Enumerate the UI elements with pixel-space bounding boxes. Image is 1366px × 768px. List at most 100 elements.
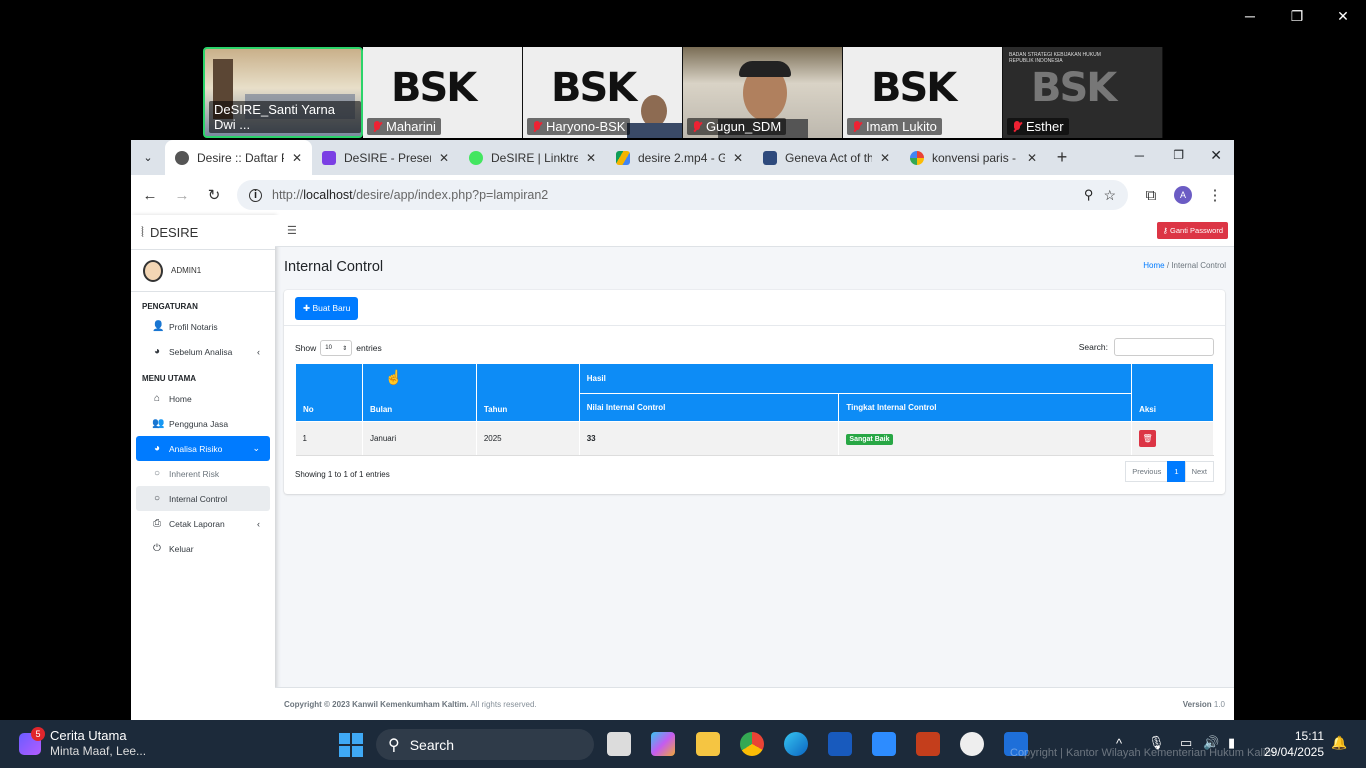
back-icon[interactable]: ← bbox=[141, 187, 159, 204]
participant-tile[interactable]: BSK Haryono-BSK bbox=[523, 47, 683, 138]
breadcrumb: Home / Internal Control bbox=[1143, 261, 1226, 270]
forward-icon[interactable]: → bbox=[173, 187, 191, 204]
col-hasil: Hasil bbox=[578, 364, 1133, 394]
page-1-button[interactable]: 1 bbox=[1167, 461, 1186, 482]
info-icon[interactable]: i bbox=[249, 188, 262, 202]
buat-baru-button[interactable]: ✚ Buat Baru bbox=[295, 297, 359, 320]
sidebar-item-inherent[interactable]: ○ Inherent Risk bbox=[136, 461, 270, 486]
copilot-icon[interactable] bbox=[651, 732, 675, 756]
news-subtitle[interactable]: Minta Maaf, Lee... bbox=[50, 744, 146, 758]
powerpoint-icon[interactable] bbox=[916, 732, 940, 756]
sidebar-item-cetak[interactable]: ⎙ Cetak Laporan ‹ bbox=[136, 511, 270, 536]
page-length-select[interactable]: 10 ⇕ bbox=[320, 340, 353, 356]
sidebar-item-sebelum[interactable]: ◕ Sebelum Analisa ‹ bbox=[136, 339, 270, 364]
col-tingkat[interactable]: Tingkat Internal Control bbox=[838, 393, 1133, 422]
new-tab-icon[interactable]: + bbox=[1047, 147, 1077, 168]
clock-date[interactable]: 29/04/2025 bbox=[1258, 745, 1324, 759]
close-icon[interactable]: ✕ bbox=[1331, 8, 1355, 25]
col-bulan[interactable]: Bulan bbox=[361, 364, 477, 422]
file-explorer-icon[interactable] bbox=[696, 732, 720, 756]
battery-icon[interactable]: ▮ bbox=[1228, 735, 1235, 751]
window-close-icon[interactable]: ✕ bbox=[1210, 147, 1222, 164]
chrome-icon[interactable] bbox=[740, 732, 764, 756]
browser-tab[interactable]: Desire :: Daftar Pen✕ bbox=[165, 140, 312, 175]
participant-tile[interactable]: Gugun_SDM bbox=[683, 47, 843, 138]
news-title[interactable]: Cerita Utama bbox=[50, 728, 127, 743]
obs-icon[interactable] bbox=[960, 732, 984, 756]
search-icon: ⚲ bbox=[388, 736, 400, 754]
sidebar-item-profil[interactable]: 👤 Profil Notaris bbox=[136, 314, 270, 339]
ganti-password-button[interactable]: ⚷ Ganti Password bbox=[1157, 222, 1228, 239]
minimize-icon[interactable]: ─ bbox=[1238, 8, 1262, 24]
browser-window: ⌄ Desire :: Daftar Pen✕ DeSIRE - Present… bbox=[131, 140, 1234, 720]
brand[interactable]: ⦚ DESIRE bbox=[131, 215, 275, 250]
tab-close-icon[interactable]: ✕ bbox=[586, 151, 596, 165]
task-view-icon[interactable] bbox=[607, 732, 631, 756]
sidebar-item-home[interactable]: ⌂ Home bbox=[136, 386, 270, 411]
volume-icon[interactable]: 🔊 bbox=[1203, 735, 1219, 751]
participant-tile[interactable]: BSK Maharini bbox=[363, 47, 523, 138]
avatar bbox=[143, 259, 163, 282]
start-icon[interactable] bbox=[339, 733, 363, 757]
tab-close-icon[interactable]: ✕ bbox=[733, 151, 743, 165]
table-search: Search: bbox=[1079, 338, 1214, 356]
browser-tab[interactable]: Geneva Act of the ✕ bbox=[753, 140, 900, 175]
notification-icon[interactable]: 🔔 bbox=[1331, 735, 1347, 751]
participant-tile[interactable]: BSK Imam Lukito bbox=[843, 47, 1003, 138]
zoom-app-icon[interactable] bbox=[872, 732, 896, 756]
window-minimize-icon[interactable]: ─ bbox=[1135, 148, 1144, 163]
cell-tingkat: Sangat Baik bbox=[838, 421, 1133, 456]
cell-aksi: 🗑 bbox=[1131, 421, 1214, 456]
news-badge: 5 bbox=[31, 727, 45, 741]
tab-search-icon[interactable]: ⌄ bbox=[131, 151, 165, 164]
search-input[interactable] bbox=[1114, 338, 1214, 356]
sidebar-item-internal[interactable]: ○ Internal Control bbox=[136, 486, 270, 511]
bsk-logo: BSK bbox=[551, 65, 637, 111]
edge-icon[interactable] bbox=[784, 732, 808, 756]
mic-icon[interactable]: 🎙 bbox=[1148, 735, 1165, 751]
tab-close-icon[interactable]: ✕ bbox=[292, 151, 302, 165]
drive-icon bbox=[616, 150, 630, 165]
browser-tab[interactable]: DeSIRE | Linktree ✕ bbox=[459, 140, 606, 175]
mouse-cursor-icon: ☝ bbox=[385, 369, 403, 385]
browser-tab[interactable]: konvensi paris - Go✕ bbox=[900, 140, 1047, 175]
user-panel[interactable]: ADMIN1 bbox=[131, 250, 275, 292]
restore-icon[interactable]: ❐ bbox=[1285, 8, 1309, 25]
participant-name: Haryono-BSK bbox=[527, 118, 631, 135]
zoom-icon[interactable]: ⚲ bbox=[1084, 187, 1094, 203]
participant-tile[interactable]: BADAN STRATEGI KEBIJAKAN HUKUM REPUBLIK … bbox=[1003, 47, 1163, 138]
delete-button[interactable]: 🗑 bbox=[1139, 429, 1157, 447]
participant-strip: DeSIRE_Santi Yarna Dwi ... BSK Maharini … bbox=[203, 47, 1163, 138]
participant-tile[interactable]: DeSIRE_Santi Yarna Dwi ... bbox=[203, 47, 363, 138]
reload-icon[interactable]: ↻ bbox=[205, 186, 223, 204]
prev-button[interactable]: Previous bbox=[1125, 461, 1169, 482]
tab-close-icon[interactable]: ✕ bbox=[439, 151, 449, 165]
star-icon[interactable]: ☆ bbox=[1103, 187, 1116, 204]
browser-tab[interactable]: DeSIRE - Presentat✕ bbox=[312, 140, 459, 175]
window-restore-icon[interactable]: ❐ bbox=[1173, 148, 1184, 162]
url-field[interactable]: i http://localhost/desire/app/index.php?… bbox=[237, 180, 1128, 210]
pagination: Previous 1 Next bbox=[1125, 461, 1214, 482]
participant-name: Esther bbox=[1007, 118, 1069, 135]
profile-avatar[interactable]: A bbox=[1174, 186, 1192, 204]
menu-icon[interactable]: ⋮ bbox=[1206, 186, 1224, 204]
next-button[interactable]: Next bbox=[1184, 461, 1214, 482]
word-icon[interactable] bbox=[828, 732, 852, 756]
breadcrumb-home[interactable]: Home bbox=[1143, 261, 1164, 270]
sidebar-item-pengguna[interactable]: 👥 Pengguna Jasa bbox=[136, 411, 270, 436]
tab-close-icon[interactable]: ✕ bbox=[1027, 151, 1037, 165]
clock-time[interactable]: 15:11 bbox=[1270, 729, 1324, 743]
col-nilai[interactable]: Nilai Internal Control bbox=[578, 393, 840, 422]
taskbar-search[interactable]: ⚲ Search bbox=[376, 729, 594, 760]
circle-icon: ○ bbox=[153, 493, 161, 504]
col-no[interactable]: No bbox=[295, 364, 363, 422]
hamburger-icon[interactable]: ☰ bbox=[287, 224, 297, 237]
chevron-up-icon[interactable]: ^ bbox=[1116, 736, 1122, 751]
tab-close-icon[interactable]: ✕ bbox=[880, 151, 890, 165]
display-icon[interactable]: ▭ bbox=[1180, 735, 1192, 751]
extensions-icon[interactable]: ⧉ bbox=[1142, 187, 1160, 204]
browser-tab[interactable]: desire 2.mp4 - Goo✕ bbox=[606, 140, 753, 175]
sidebar-item-analisa[interactable]: ◕ Analisa Risiko ⌄ bbox=[136, 436, 270, 461]
sidebar-item-keluar[interactable]: ⏻ Keluar bbox=[136, 536, 270, 561]
col-tahun[interactable]: Tahun bbox=[475, 364, 580, 422]
